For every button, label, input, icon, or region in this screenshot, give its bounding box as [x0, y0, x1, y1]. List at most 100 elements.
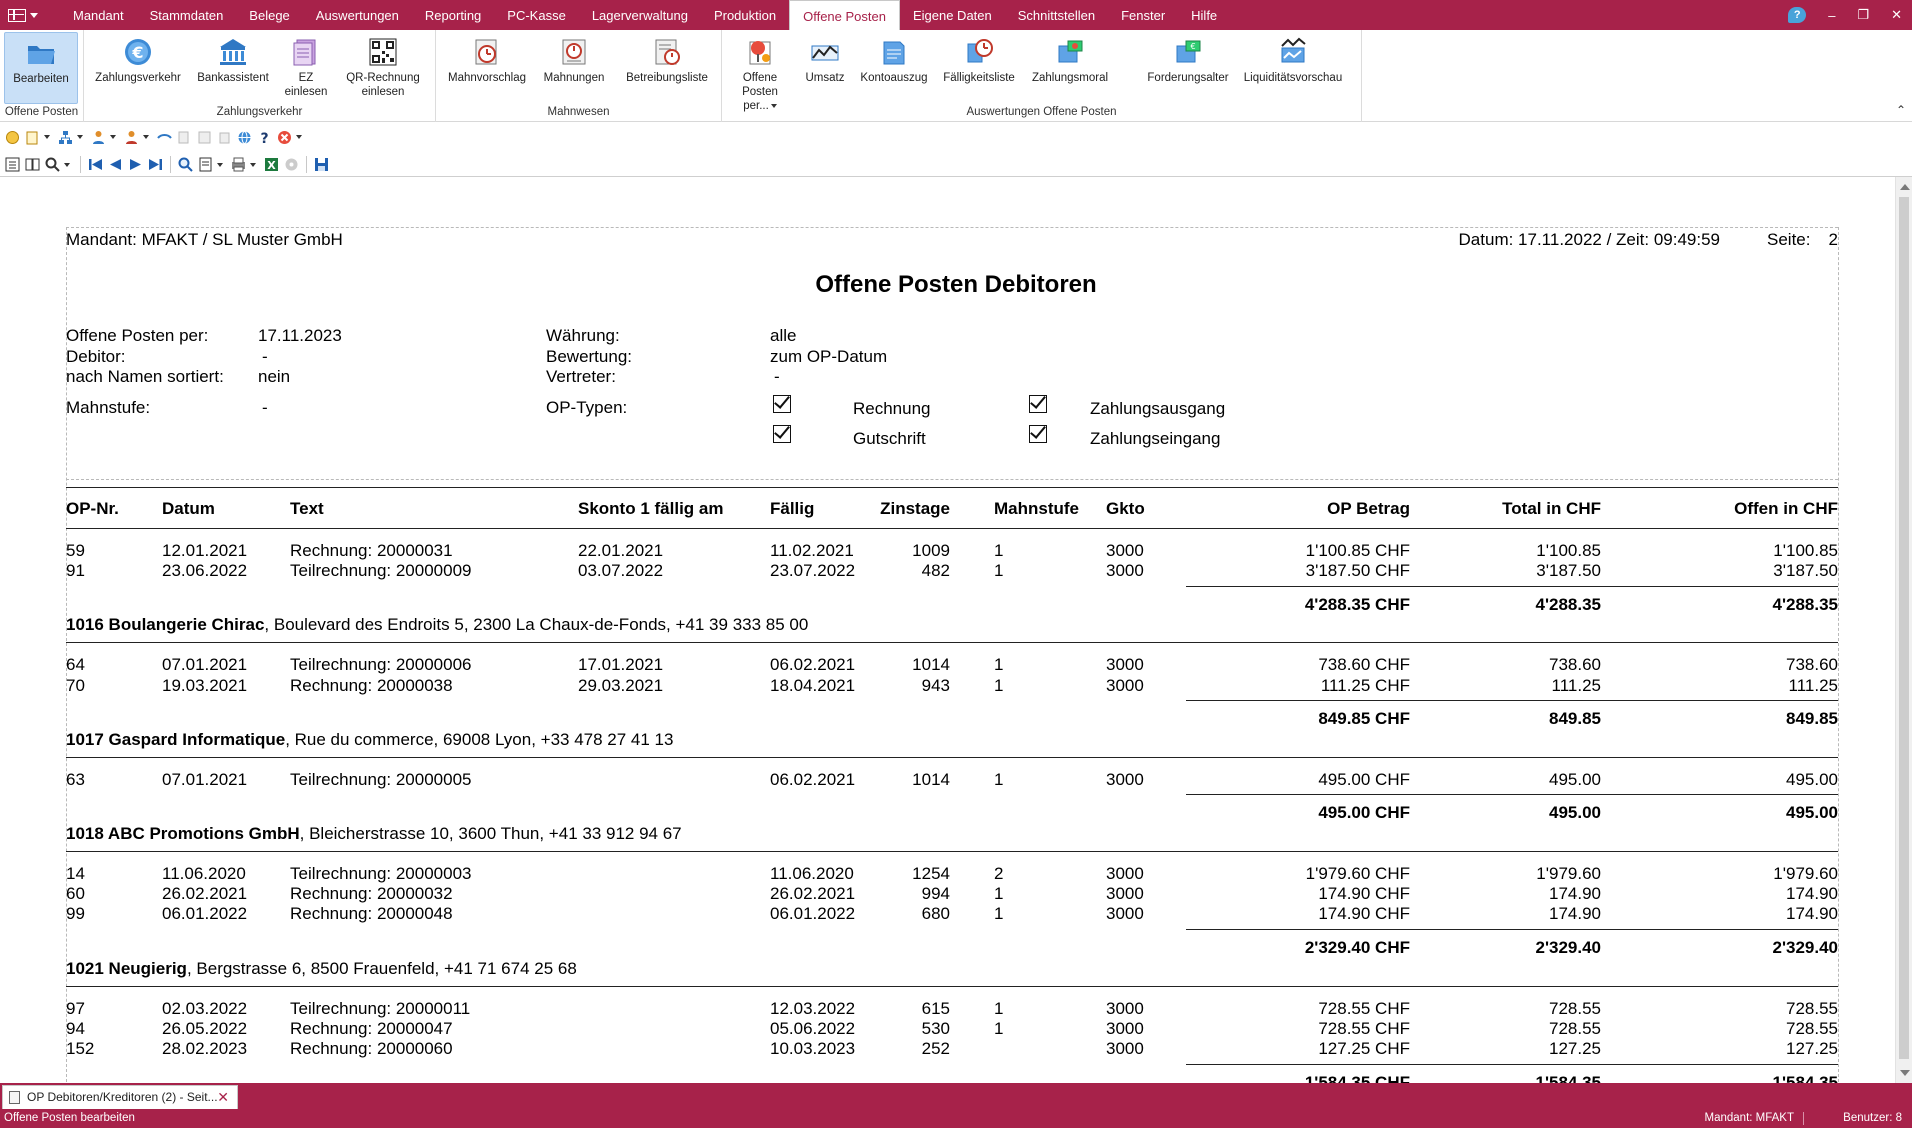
paste-icon	[196, 129, 213, 146]
cell-mahnstufe: 1	[994, 770, 1004, 789]
app-menu-button[interactable]	[8, 4, 46, 26]
liquiditaetsvorschau-button[interactable]: Liquiditätsvorschau	[1240, 32, 1346, 85]
qr-rechnung-einlesen-button[interactable]: QR-Rechnung einlesen	[338, 32, 428, 99]
chevron-down-icon[interactable]	[77, 135, 83, 139]
zahlungsmoral-button[interactable]: Zahlungsmoral	[1026, 32, 1114, 85]
cell-gkto: 3000	[1106, 655, 1144, 674]
scroll-down-icon[interactable]	[1900, 1070, 1910, 1076]
menu-hilfe[interactable]: Hilfe	[1178, 0, 1230, 30]
page-view-icon[interactable]	[4, 156, 21, 173]
zahlungsverkehr-button[interactable]: € Zahlungsverkehr	[92, 32, 184, 85]
chevron-down-icon[interactable]	[64, 162, 70, 167]
vertical-scrollbar[interactable]	[1895, 177, 1912, 1083]
qr-rechnung-label-1: QR-Rechnung	[346, 72, 420, 84]
help-question-icon[interactable]: ?	[256, 129, 273, 146]
minimize-button[interactable]: –	[1828, 8, 1835, 23]
menu-auswertungen[interactable]: Auswertungen	[303, 0, 412, 30]
ribbon-collapse-button[interactable]: ⌃	[1896, 103, 1906, 117]
status-bar: Offene Posten bearbeiten Mandant: MFAKT …	[0, 1109, 1912, 1128]
last-page-icon[interactable]	[147, 156, 164, 173]
two-page-view-icon[interactable]	[24, 156, 41, 173]
offene-posten-per-label-1: Offene	[742, 72, 778, 84]
mahnungen-button[interactable]: Mahnungen	[536, 32, 612, 85]
cell-mahnstufe: 1	[994, 541, 1004, 560]
link-icon[interactable]	[156, 129, 173, 146]
hierarchy-icon[interactable]	[57, 129, 74, 146]
menu-offene-posten[interactable]: Offene Posten	[789, 0, 900, 31]
chevron-down-icon[interactable]	[250, 162, 256, 167]
report-toolbar: X	[0, 153, 1912, 177]
umsatz-button[interactable]: Umsatz	[800, 32, 850, 85]
menu-pc-kasse[interactable]: PC-Kasse	[494, 0, 579, 30]
stop-icon[interactable]	[276, 129, 293, 146]
cell-mahnstufe: 1	[994, 1019, 1004, 1038]
bankassistent-button[interactable]: Bankassistent	[194, 32, 272, 85]
next-page-icon[interactable]	[127, 156, 144, 173]
close-button[interactable]: ✕	[1891, 7, 1902, 23]
betreibungsliste-button[interactable]: Betreibungsliste	[618, 32, 716, 85]
menu-fenster[interactable]: Fenster	[1108, 0, 1178, 30]
forderungsalter-button[interactable]: € Forderungsalter	[1142, 32, 1234, 85]
search-icon[interactable]	[177, 156, 194, 173]
cell-zinstage: 1254	[912, 864, 950, 883]
menu-produktion[interactable]: Produktion	[701, 0, 789, 30]
delete-icon	[216, 129, 233, 146]
mahnvorschlag-button[interactable]: Mahnvorschlag	[444, 32, 530, 85]
cell-mahnstufe: 1	[994, 999, 1004, 1018]
col-offen-chf: Offen in CHF	[1734, 499, 1838, 518]
separator	[80, 156, 81, 173]
report-datetime: Datum: 17.11.2022 / Zeit: 09:49:59	[1458, 230, 1720, 249]
contact-icon[interactable]	[123, 129, 140, 146]
reminder-clock-icon	[471, 36, 503, 68]
menu-eigene-daten[interactable]: Eigene Daten	[900, 0, 1005, 30]
menu-belege[interactable]: Belege	[236, 0, 302, 30]
restore-button[interactable]: ❐	[1857, 7, 1869, 23]
faelligkeitsliste-button[interactable]: Fälligkeitsliste	[936, 32, 1022, 85]
previous-page-icon[interactable]	[107, 156, 124, 173]
menu-reporting[interactable]: Reporting	[412, 0, 494, 30]
separator	[306, 156, 307, 173]
window-tab-op-debitoren[interactable]: OP Debitoren/Kreditoren (2) - Seit... ✕	[2, 1085, 238, 1109]
close-tab-button[interactable]: ✕	[217, 1086, 229, 1108]
settings-disc-icon	[283, 156, 300, 173]
kontoauszug-label: Kontoauszug	[860, 72, 928, 84]
cell-datum: 19.03.2021	[162, 676, 248, 695]
cell-datum: 07.01.2021	[162, 655, 248, 674]
cell-op-betrag: 728.55 CHF	[1318, 999, 1410, 1018]
globe-icon[interactable]	[236, 129, 253, 146]
cell-text: Rechnung: 20000032	[290, 884, 453, 903]
first-page-icon[interactable]	[87, 156, 104, 173]
menu-mandant[interactable]: Mandant	[60, 0, 137, 30]
document-icon	[9, 1091, 20, 1104]
chevron-down-icon[interactable]	[296, 135, 302, 139]
chevron-down-icon[interactable]	[143, 135, 149, 139]
excel-export-icon[interactable]: X	[263, 156, 280, 173]
user-icon[interactable]	[90, 129, 107, 146]
save-icon[interactable]	[313, 156, 330, 173]
col-gkto: Gkto	[1106, 499, 1145, 518]
help-chat-icon[interactable]: ?	[1788, 7, 1807, 23]
export-document-icon[interactable]	[197, 156, 214, 173]
zoom-icon[interactable]	[44, 156, 61, 173]
collection-list-icon	[651, 36, 683, 68]
optyp-gutschrift: Gutschrift	[853, 429, 926, 448]
menu-stammdaten[interactable]: Stammdaten	[137, 0, 237, 30]
chevron-down-icon[interactable]	[110, 135, 116, 139]
bearbeiten-button[interactable]: Bearbeiten	[4, 32, 78, 104]
cell-mahnstufe: 1	[994, 561, 1004, 580]
kontoauszug-button[interactable]: Kontoauszug	[858, 32, 930, 85]
edit-record-icon[interactable]	[24, 129, 41, 146]
chevron-down-icon[interactable]	[44, 135, 50, 139]
new-record-icon[interactable]	[4, 129, 21, 146]
menu-schnittstellen[interactable]: Schnittstellen	[1005, 0, 1108, 30]
chevron-down-icon[interactable]	[217, 162, 223, 167]
offene-posten-per-button[interactable]: Offene Posten per...	[728, 32, 792, 113]
cell-op-betrag: 495.00 CHF	[1318, 770, 1410, 789]
ez-einlesen-button[interactable]: EZ einlesen	[282, 32, 330, 99]
menu-lagerverwaltung[interactable]: Lagerverwaltung	[579, 0, 701, 30]
scroll-thumb[interactable]	[1899, 197, 1909, 1059]
cell-datum: 11.06.2020	[162, 864, 246, 883]
cell-offen-chf: 111.25	[1788, 676, 1838, 695]
scroll-up-icon[interactable]	[1900, 184, 1910, 190]
print-icon[interactable]	[230, 156, 247, 173]
